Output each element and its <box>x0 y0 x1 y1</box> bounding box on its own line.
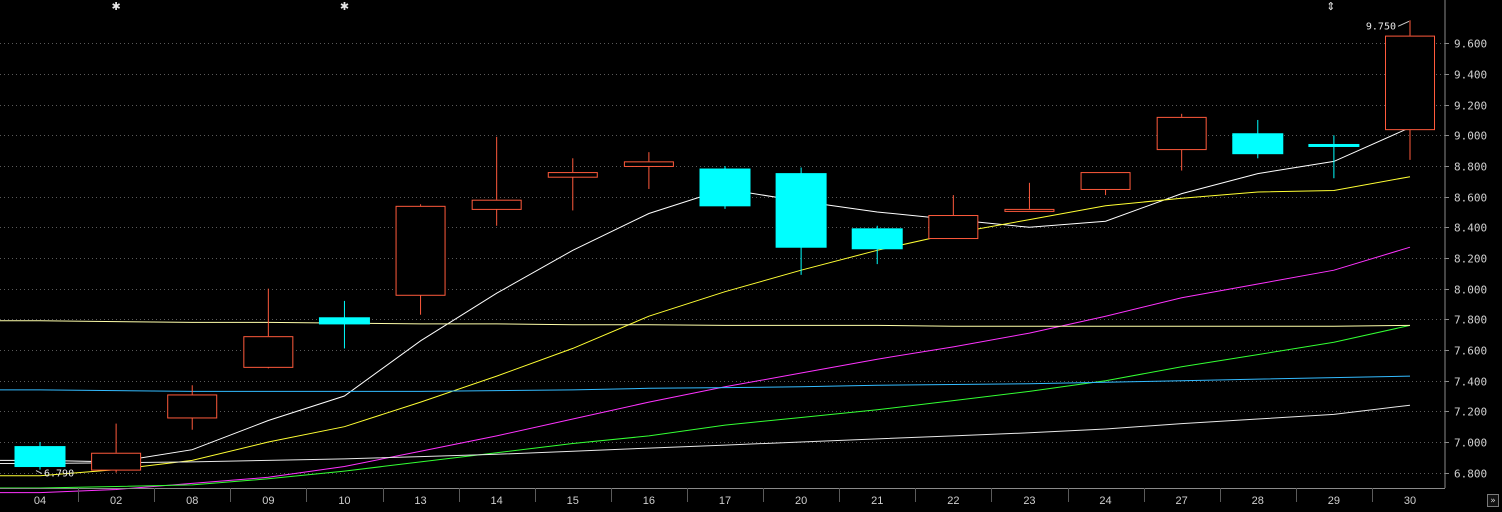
y-tick-label-6: 8.000 <box>1454 284 1487 297</box>
y-tick-label-5: 7.800 <box>1454 314 1487 327</box>
x-tick-label-4: 10 <box>338 495 350 507</box>
candle-body-down <box>1232 133 1284 155</box>
candle-body-up <box>395 205 446 296</box>
chart-svg: 6.800 7.000 7.200 7.400 7.600 7.800 8.000 8.200… <box>0 0 1502 512</box>
candle-body-down <box>14 446 66 468</box>
candle-body-up <box>1385 35 1435 131</box>
x-tick-label-12: 22 <box>947 495 959 507</box>
candle-body-up <box>623 161 674 167</box>
event-marker-1: ✱ <box>340 0 349 13</box>
candle-17 <box>699 165 751 209</box>
x-tick-label-11: 21 <box>871 495 883 507</box>
event-marker-0: ✱ <box>112 0 121 13</box>
candle-body-up <box>243 336 294 368</box>
x-tick-label-17: 29 <box>1328 495 1340 507</box>
y-tick-label-3: 7.400 <box>1454 376 1487 389</box>
y-tick-label-1: 7.000 <box>1454 437 1487 450</box>
candle-body-up <box>1080 172 1131 190</box>
plot-background <box>0 0 1502 512</box>
y-tick-label-10: 8.800 <box>1454 161 1487 174</box>
candle-body-up <box>547 172 598 178</box>
x-tick-label-3: 09 <box>262 495 274 507</box>
x-tick-label-13: 23 <box>1023 495 1035 507</box>
x-tick-label-0: 04 <box>34 495 46 507</box>
y-tick-label-0: 6.800 <box>1454 468 1487 481</box>
y-tick-label-11: 9.000 <box>1454 130 1487 143</box>
candle-body-down <box>775 173 827 248</box>
y-tick-label-14: 9.600 <box>1454 38 1487 51</box>
candle-body-down <box>851 228 903 250</box>
x-tick-label-2: 08 <box>186 495 198 507</box>
candle-body-down <box>1308 143 1360 147</box>
y-tick-label-7: 8.200 <box>1454 253 1487 266</box>
y-tick-label-8: 8.400 <box>1454 222 1487 235</box>
x-tick-label-15: 27 <box>1176 495 1188 507</box>
low-value-label: 6.790 <box>44 469 74 480</box>
x-tick-label-10: 20 <box>795 495 807 507</box>
high-value-label: 9.750 <box>1366 21 1396 32</box>
candle-body-down <box>699 168 751 207</box>
x-tick-label-7: 15 <box>567 495 579 507</box>
y-tick-label-13: 9.400 <box>1454 69 1487 82</box>
candle-body-up <box>471 199 522 210</box>
candle-body-up <box>928 215 979 240</box>
candle-body-down <box>318 317 370 325</box>
x-tick-label-8: 16 <box>643 495 655 507</box>
y-tick-label-4: 7.600 <box>1454 345 1487 358</box>
y-tick-label-2: 7.200 <box>1454 406 1487 419</box>
x-tick-label-14: 24 <box>1099 495 1111 507</box>
x-tick-label-18: 30 <box>1404 495 1416 507</box>
candle-body-up <box>167 394 218 419</box>
x-tick-label-1: 02 <box>110 495 122 507</box>
x-tick-label-16: 28 <box>1252 495 1264 507</box>
y-tick-label-12: 9.200 <box>1454 100 1487 113</box>
x-tick-label-5: 13 <box>414 495 426 507</box>
candle-body-up <box>1156 116 1207 151</box>
candle-body-up <box>1004 208 1055 212</box>
x-tick-label-6: 14 <box>491 495 503 507</box>
candle-body-up <box>91 452 142 471</box>
scroll-right-button[interactable]: » <box>1487 494 1499 507</box>
y-tick-label-9: 8.600 <box>1454 192 1487 205</box>
candlestick-chart: 6.800 7.000 7.200 7.400 7.600 7.800 8.000 8.200… <box>0 0 1502 512</box>
event-marker-2: ⇕ <box>1326 0 1335 13</box>
candle-04 <box>14 441 66 470</box>
x-tick-label-9: 17 <box>719 495 731 507</box>
